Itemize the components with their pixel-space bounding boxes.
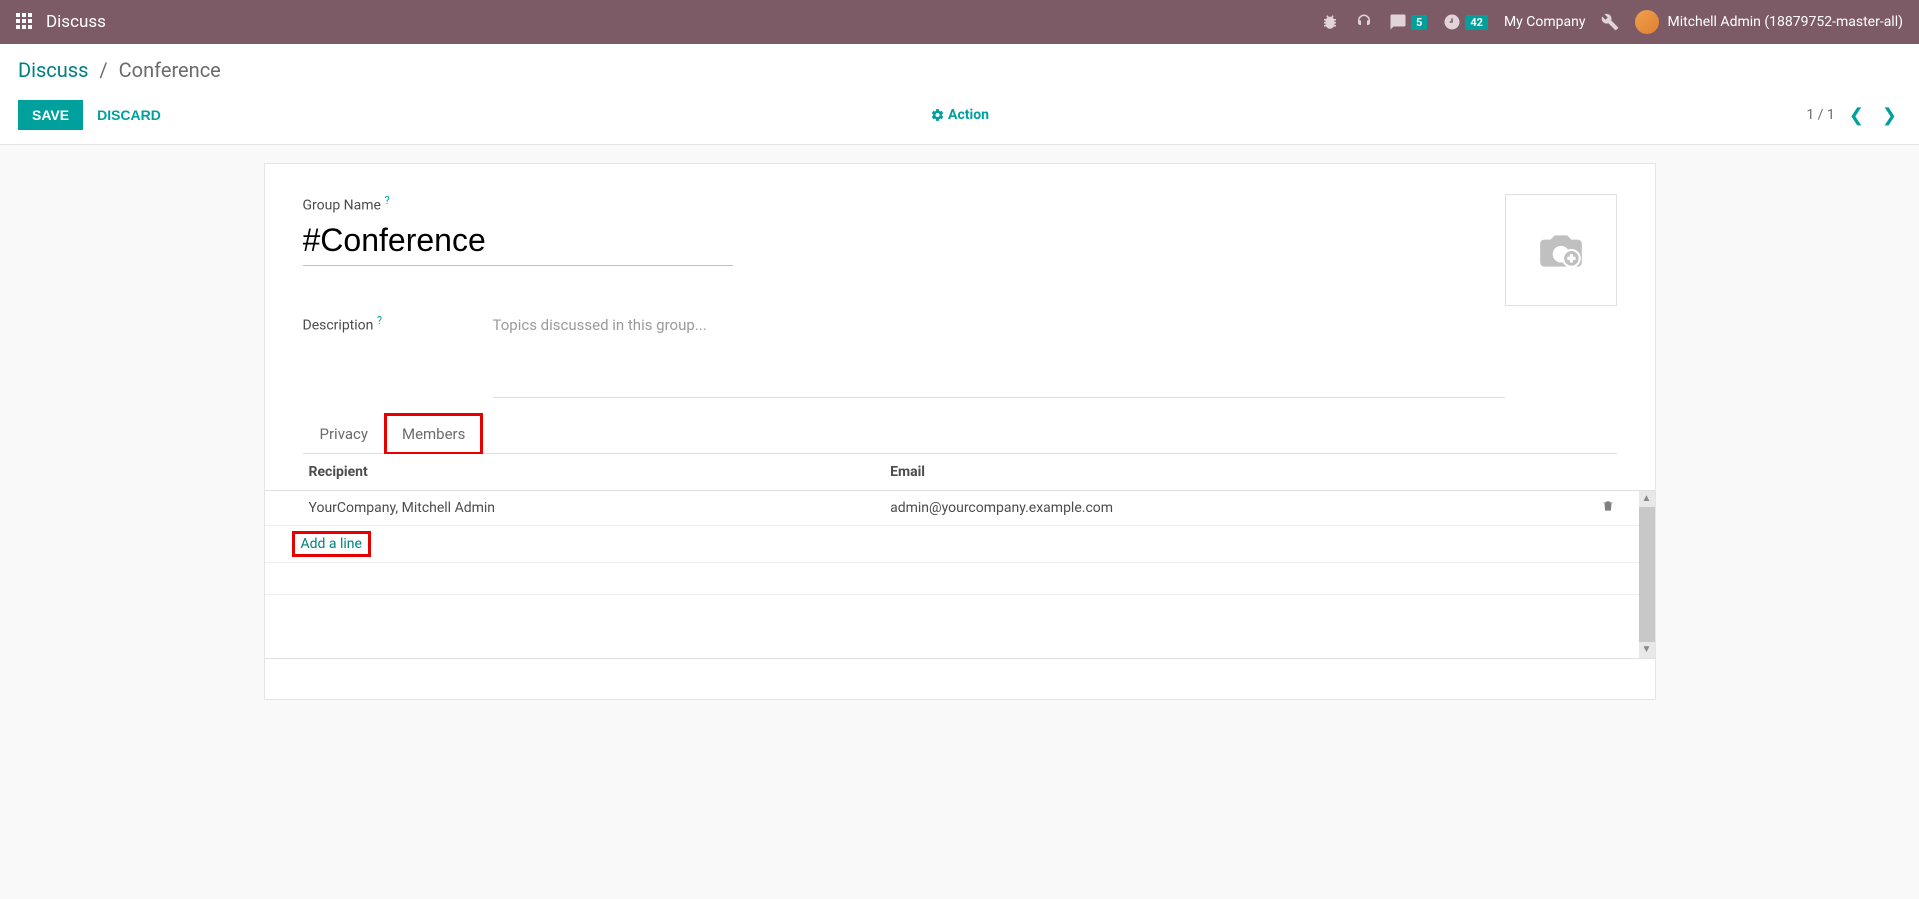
top-navbar: Discuss 5 42 My Company Mitchell Admin (… xyxy=(0,0,1919,44)
action-dropdown[interactable]: Action xyxy=(930,107,989,123)
tabs: Privacy Members xyxy=(303,414,1617,454)
group-name-input[interactable] xyxy=(303,220,733,266)
company-name[interactable]: My Company xyxy=(1504,14,1586,30)
messages-badge: 5 xyxy=(1411,15,1427,30)
messages-icon[interactable]: 5 xyxy=(1389,13,1427,31)
app-title[interactable]: Discuss xyxy=(46,12,106,32)
help-icon[interactable]: ? xyxy=(377,314,382,327)
camera-plus-icon xyxy=(1531,225,1591,275)
pager-prev-icon[interactable]: ❮ xyxy=(1845,105,1868,126)
breadcrumb-bar: Discuss / Conference xyxy=(0,44,1919,92)
description-label: Description ? xyxy=(303,314,403,334)
cell-recipient: YourCompany, Mitchell Admin xyxy=(265,491,877,526)
breadcrumb-root[interactable]: Discuss xyxy=(18,58,88,82)
clock-icon[interactable]: 42 xyxy=(1443,13,1488,31)
pager-text: 1 / 1 xyxy=(1806,107,1834,123)
action-label: Action xyxy=(948,107,989,123)
scroll-up-icon[interactable]: ▲ xyxy=(1639,491,1655,507)
tools-icon[interactable] xyxy=(1601,13,1619,31)
column-recipient: Recipient xyxy=(265,454,877,491)
user-menu[interactable]: Mitchell Admin (18879752-master-all) xyxy=(1635,10,1903,34)
user-name: Mitchell Admin (18879752-master-all) xyxy=(1667,14,1903,30)
tab-members[interactable]: Members xyxy=(385,414,482,454)
save-button[interactable]: SAVE xyxy=(18,100,83,130)
apps-menu-icon[interactable] xyxy=(16,13,34,31)
tab-privacy[interactable]: Privacy xyxy=(303,414,385,453)
add-line-button[interactable]: Add a line xyxy=(295,534,368,554)
add-line-row: Add a line xyxy=(265,525,1655,562)
delete-row-icon[interactable] xyxy=(1601,501,1615,517)
group-name-label: Group Name ? xyxy=(303,194,1505,214)
pager-next-icon[interactable]: ❯ xyxy=(1878,105,1901,126)
form-sheet: Group Name ? Description ? xyxy=(264,163,1656,700)
scroll-down-icon[interactable]: ▼ xyxy=(1639,642,1655,658)
description-input[interactable] xyxy=(493,314,1505,398)
breadcrumb-current: Conference xyxy=(119,58,221,82)
cell-email: admin@yourcompany.example.com xyxy=(876,491,1556,526)
discard-button[interactable]: DISCARD xyxy=(83,100,175,130)
table-scrollbar[interactable]: ▲ ▼ xyxy=(1639,491,1655,658)
image-upload[interactable] xyxy=(1505,194,1617,306)
phone-icon[interactable] xyxy=(1355,13,1373,31)
gear-icon xyxy=(930,108,944,122)
bug-icon[interactable] xyxy=(1321,13,1339,31)
toolbar: SAVE DISCARD Action 1 / 1 ❮ ❯ xyxy=(0,92,1919,145)
help-icon[interactable]: ? xyxy=(384,194,389,207)
clock-badge: 42 xyxy=(1465,15,1488,30)
table-row[interactable]: YourCompany, Mitchell Admin admin@yourco… xyxy=(265,491,1655,526)
breadcrumb: Discuss / Conference xyxy=(18,58,1901,82)
column-email: Email xyxy=(876,454,1594,491)
avatar xyxy=(1635,10,1659,34)
breadcrumb-separator: / xyxy=(99,58,107,82)
